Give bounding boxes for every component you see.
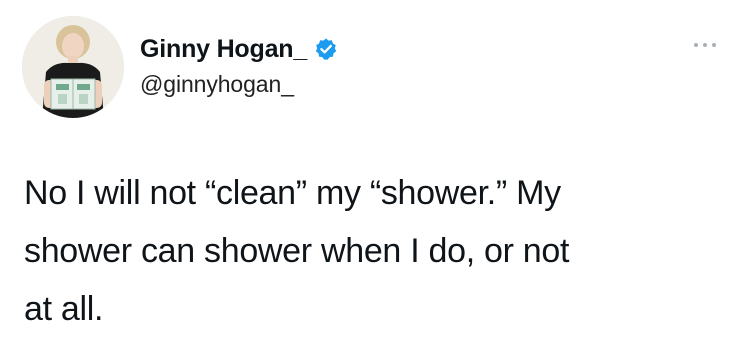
author-block: Ginny Hogan_ @ginnyhogan_: [140, 33, 338, 98]
tweet-text-line: at all.: [24, 290, 104, 328]
name-row: Ginny Hogan_: [140, 33, 338, 65]
tweet-text-line: shower can shower when I do, or not: [24, 232, 570, 270]
more-dot: [694, 43, 698, 47]
avatar[interactable]: [22, 16, 124, 118]
more-dot: [703, 43, 707, 47]
tweet-text: No I will not “clean” my “shower.” My sh…: [24, 164, 724, 338]
tweet-text-line: No I will not “clean” my “shower.” My: [24, 174, 561, 212]
avatar-photo: [22, 16, 124, 118]
more-dot: [712, 43, 716, 47]
handle[interactable]: @ginnyhogan_: [140, 71, 338, 98]
verified-badge-icon: [314, 37, 338, 61]
tweet-card: Ginny Hogan_ @ginnyhogan_ No I will not …: [0, 0, 740, 360]
display-name[interactable]: Ginny Hogan_: [140, 35, 307, 64]
more-options-icon[interactable]: [694, 38, 716, 52]
